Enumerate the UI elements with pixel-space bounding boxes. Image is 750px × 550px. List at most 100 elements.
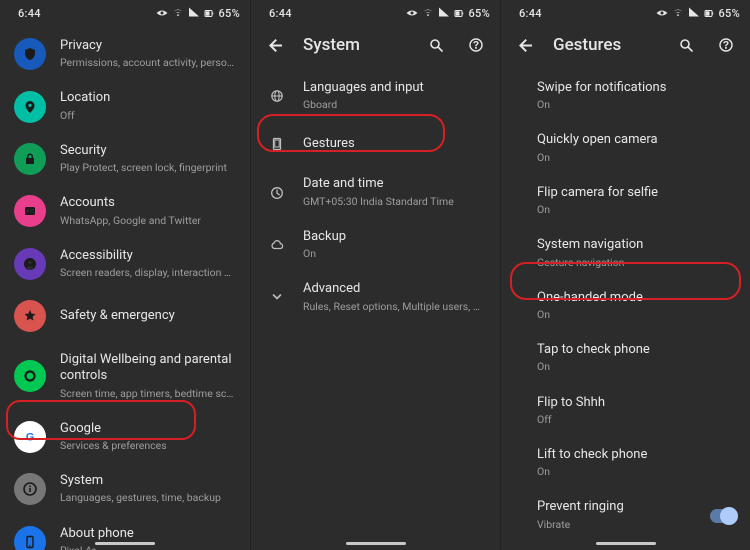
back-button[interactable] bbox=[513, 33, 537, 57]
item-title: Gestures bbox=[303, 136, 486, 152]
phone-icon bbox=[14, 526, 46, 550]
status-bar: 6:44 65% bbox=[0, 0, 250, 24]
item-subtitle: Services & preferences bbox=[60, 439, 236, 453]
settings-item-system[interactable]: System Languages, gestures, time, backup bbox=[0, 463, 250, 515]
settings-item-accounts[interactable]: AccountsWhatsApp, Google and Twitter bbox=[0, 185, 250, 237]
item-title: Languages and input bbox=[303, 80, 486, 96]
status-icons: 65% bbox=[656, 7, 740, 20]
wifi-icon bbox=[172, 7, 184, 19]
item-subtitle: On bbox=[537, 203, 736, 217]
appbar: Gestures bbox=[501, 24, 750, 66]
item-subtitle: Vibrate bbox=[537, 518, 696, 532]
back-button[interactable] bbox=[263, 33, 287, 57]
settings-item-accessibility[interactable]: AccessibilityScreen readers, display, in… bbox=[0, 238, 250, 290]
item-subtitle: WhatsApp, Google and Twitter bbox=[60, 214, 236, 228]
item-subtitle: Languages, gestures, time, backup bbox=[60, 491, 236, 505]
chevron-icon bbox=[265, 285, 289, 309]
nav-pill[interactable] bbox=[346, 542, 406, 545]
system-item-backup[interactable]: Backup On bbox=[251, 219, 500, 271]
battery-icon bbox=[204, 8, 214, 19]
item-title: About phone bbox=[60, 526, 236, 542]
gesture-item-tap-check[interactable]: Tap to check phone On bbox=[501, 332, 750, 384]
eye-icon bbox=[656, 7, 668, 19]
gesture-item-quick-camera[interactable]: Quickly open cameraOn bbox=[501, 122, 750, 174]
shield-icon bbox=[14, 38, 46, 70]
item-subtitle: GMT+05:30 India Standard Time bbox=[303, 195, 486, 209]
star-icon bbox=[14, 300, 46, 332]
status-bar: 6:44 65% bbox=[501, 0, 750, 24]
help-button[interactable] bbox=[464, 33, 488, 57]
item-title: Security bbox=[60, 143, 236, 159]
status-battery: 65% bbox=[468, 7, 490, 20]
system-item-languages[interactable]: Languages and input Gboard bbox=[251, 70, 500, 122]
appbar: System bbox=[251, 24, 500, 66]
signal-icon bbox=[438, 7, 450, 19]
gestures-list: Swipe for notificationsOnQuickly open ca… bbox=[501, 66, 750, 550]
item-subtitle: On bbox=[303, 247, 486, 261]
battery-icon bbox=[454, 8, 464, 19]
system-item-advanced[interactable]: AdvancedRules, Reset options, Multiple u… bbox=[251, 271, 500, 323]
settings-item-wellbeing[interactable]: Digital Wellbeing and parental controlsS… bbox=[0, 342, 250, 411]
wifi-icon bbox=[672, 7, 684, 19]
status-icons: 65% bbox=[156, 7, 240, 20]
system-item-gestures[interactable]: Gestures bbox=[251, 122, 500, 166]
page-title: System bbox=[303, 35, 408, 55]
system-panel: 6:44 65% System Languages and input Gboar… bbox=[250, 0, 500, 550]
clock-icon bbox=[265, 181, 289, 205]
item-subtitle: On bbox=[537, 98, 736, 112]
search-button[interactable] bbox=[674, 33, 698, 57]
status-icons: 65% bbox=[406, 7, 490, 20]
item-subtitle: Rules, Reset options, Multiple users, Sy… bbox=[303, 300, 486, 314]
item-subtitle: Gesture navigation bbox=[537, 256, 736, 270]
item-subtitle: Permissions, account activity, personal … bbox=[60, 56, 236, 70]
gestures-panel: 6:44 65% Gestures Swipe for notification… bbox=[500, 0, 750, 550]
nav-pill[interactable] bbox=[95, 542, 155, 545]
gesture-item-prevent-ring[interactable]: Prevent ringingVibrate bbox=[501, 489, 750, 541]
item-subtitle: Gboard bbox=[303, 98, 486, 112]
search-button[interactable] bbox=[424, 33, 448, 57]
settings-item-location[interactable]: LocationOff bbox=[0, 80, 250, 132]
gesture-item-sys-nav[interactable]: System navigationGesture navigation bbox=[501, 227, 750, 279]
settings-list: Privacy Permissions, account activity, pe… bbox=[0, 24, 250, 550]
gesture-item-lift-check[interactable]: Lift to check phone On bbox=[501, 437, 750, 489]
item-subtitle: On bbox=[537, 151, 736, 165]
gesture-item-swipe-notif[interactable]: Swipe for notifications On bbox=[501, 70, 750, 122]
settings-item-google[interactable]: Google Services & preferences bbox=[0, 411, 250, 463]
status-bar: 6:44 65% bbox=[251, 0, 500, 24]
item-title: Backup bbox=[303, 229, 486, 245]
help-button[interactable] bbox=[714, 33, 738, 57]
nav-pill[interactable] bbox=[596, 542, 656, 545]
item-title: Privacy bbox=[60, 38, 236, 54]
status-battery: 65% bbox=[718, 7, 740, 20]
item-subtitle: On bbox=[537, 360, 736, 374]
badge-icon bbox=[14, 195, 46, 227]
item-title: Location bbox=[60, 90, 236, 106]
status-battery: 65% bbox=[218, 7, 240, 20]
g-icon bbox=[14, 421, 46, 453]
item-title: Tap to check phone bbox=[537, 342, 736, 358]
gesture-item-one-hand[interactable]: One-handed modeOn bbox=[501, 280, 750, 332]
item-title: Google bbox=[60, 421, 236, 437]
settings-item-safety[interactable]: Safety & emergency bbox=[0, 290, 250, 342]
settings-item-security[interactable]: SecurityPlay Protect, screen lock, finge… bbox=[0, 133, 250, 185]
item-title: Safety & emergency bbox=[60, 308, 236, 324]
item-title: System bbox=[60, 473, 236, 489]
item-subtitle: On bbox=[537, 465, 736, 479]
status-time: 6:44 bbox=[18, 7, 41, 20]
lock-icon bbox=[14, 143, 46, 175]
item-title: Lift to check phone bbox=[537, 447, 736, 463]
eye-icon bbox=[156, 7, 168, 19]
page-title: Gestures bbox=[553, 35, 658, 55]
wifi-icon bbox=[422, 7, 434, 19]
item-title: Flip to Shhh bbox=[537, 395, 736, 411]
gesture-item-flip-shhh[interactable]: Flip to ShhhOff bbox=[501, 385, 750, 437]
toggle-switch[interactable] bbox=[710, 509, 736, 523]
system-item-datetime[interactable]: Date and timeGMT+05:30 India Standard Ti… bbox=[251, 166, 500, 218]
info-icon bbox=[14, 473, 46, 505]
eye-icon bbox=[406, 7, 418, 19]
item-title: Swipe for notifications bbox=[537, 80, 736, 96]
gesture-item-flip-selfie[interactable]: Flip camera for selfieOn bbox=[501, 175, 750, 227]
settings-item-privacy[interactable]: Privacy Permissions, account activity, pe… bbox=[0, 28, 250, 80]
system-list: Languages and input Gboard Gestures Date an… bbox=[251, 66, 500, 324]
status-time: 6:44 bbox=[519, 7, 542, 20]
